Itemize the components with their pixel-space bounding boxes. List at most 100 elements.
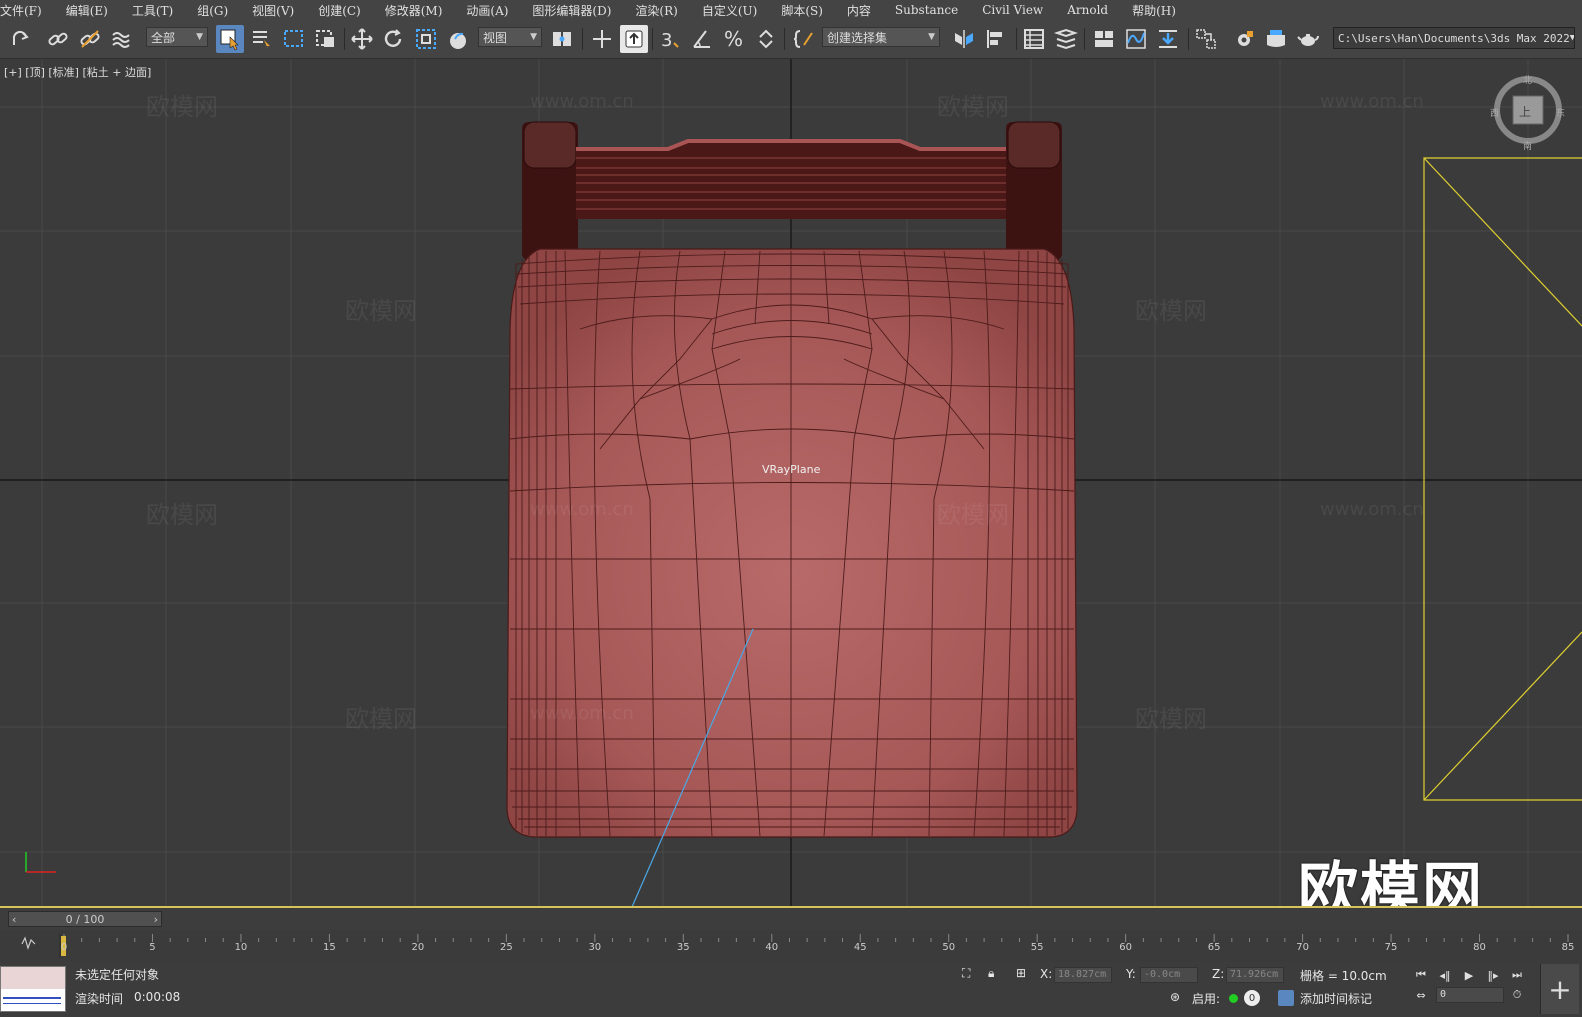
play-icon[interactable]: ▶: [1460, 967, 1478, 983]
x-coordinate-field[interactable]: 18.827cm: [1054, 967, 1112, 983]
goto-start-icon[interactable]: ⏮: [1412, 967, 1430, 983]
chair-seat[interactable]: [506, 248, 1078, 838]
chevron-right-icon[interactable]: ›: [154, 913, 158, 926]
menu-group[interactable]: 组(G): [185, 2, 240, 19]
chevron-left-icon[interactable]: ‹: [12, 913, 16, 926]
mirror-icon: [955, 30, 973, 48]
chair-backrest[interactable]: [522, 121, 1062, 260]
adaptive-degradation-icon[interactable]: ⊛: [1170, 990, 1180, 1004]
menu-create[interactable]: 创建(C): [306, 2, 373, 19]
edit-named-selection-button[interactable]: [790, 25, 818, 53]
menu-customize[interactable]: 自定义(U): [690, 2, 769, 19]
place-button[interactable]: [444, 25, 472, 53]
rendered-frame-window-button[interactable]: [1262, 25, 1290, 53]
curve-editor-button[interactable]: [1122, 25, 1150, 53]
pivot-icon: [553, 32, 571, 46]
select-cursor-icon: [220, 29, 239, 51]
schematic-view-button[interactable]: [1154, 25, 1182, 53]
pivot-center-button[interactable]: [548, 25, 576, 53]
main-toolbar: 全部 ▼ 视图 ▼ 3 % 创建选择集 ▼ C:\Users\Han\Docum…: [0, 20, 1582, 59]
next-frame-icon[interactable]: ‖▸: [1484, 967, 1502, 983]
spinner-snap-icon: [759, 29, 773, 49]
reference-coordinate-dropdown[interactable]: 视图 ▼: [478, 27, 542, 47]
percent-snap-button[interactable]: %: [720, 25, 748, 53]
lock-icon[interactable]: 🔒︎: [988, 966, 994, 981]
time-tag-icon[interactable]: [1278, 990, 1294, 1006]
rect-region-icon: [284, 30, 303, 47]
viewport-label[interactable]: [+] [顶] [标准] [粘土 + 边面]: [4, 64, 151, 80]
rectangular-selection-button[interactable]: [280, 25, 308, 53]
y-coordinate-field[interactable]: -0.0cm: [1140, 967, 1198, 983]
time-slider[interactable]: ‹ 0 / 100 ›: [8, 911, 162, 927]
watermark: 欧模网: [1135, 705, 1207, 733]
menu-file[interactable]: 文件(F): [0, 2, 54, 19]
move-button[interactable]: [348, 25, 376, 53]
toggle-ribbon-button[interactable]: [1090, 25, 1118, 53]
angle-snap-button[interactable]: [688, 25, 716, 53]
track-tick-label: 65: [1207, 942, 1221, 953]
spacewarp-icon: [112, 32, 130, 48]
unlink-button[interactable]: [76, 25, 104, 53]
x-label: X:: [1040, 967, 1053, 981]
previous-frame-icon[interactable]: ◂‖: [1436, 967, 1454, 983]
watermark: 欧模网: [146, 501, 218, 529]
scale-button[interactable]: [412, 25, 440, 53]
render-setup-button[interactable]: [1230, 25, 1258, 53]
menu-scripting[interactable]: 脚本(S): [769, 2, 835, 19]
add-time-tag-button[interactable]: 添加时间标记: [1300, 990, 1372, 1007]
window-crossing-button[interactable]: [312, 25, 340, 53]
compass-east: 东: [1556, 109, 1566, 119]
z-coordinate-field[interactable]: 71.926cm: [1226, 967, 1284, 983]
menu-modifiers[interactable]: 修改器(M): [373, 2, 455, 19]
mirror-button[interactable]: [950, 25, 978, 53]
menu-rendering[interactable]: 渲染(R): [623, 2, 689, 19]
viewport-nav-plus-icon[interactable]: +: [1540, 964, 1579, 1014]
time-config-icon[interactable]: ⏱: [1508, 987, 1526, 1003]
menu-arnold[interactable]: Arnold: [1055, 3, 1120, 17]
isolate-selection-icon[interactable]: ⛶: [962, 966, 970, 981]
goto-end-icon[interactable]: ⏭: [1508, 967, 1526, 983]
select-object-button[interactable]: [216, 25, 244, 53]
project-folder-path[interactable]: C:\Users\Han\Documents\3ds Max 2022 ▼: [1333, 27, 1575, 49]
material-editor-button[interactable]: [1192, 25, 1220, 53]
viewport-top[interactable]: [+] [顶] [标准] [粘土 + 边面] VRayPlane 上 北 南 西…: [0, 59, 1582, 907]
maxscript-listener-mini[interactable]: [0, 966, 66, 1012]
select-manipulate-button[interactable]: [588, 25, 616, 53]
align-button[interactable]: [982, 25, 1010, 53]
key-mode-icon[interactable]: ⇔: [1412, 987, 1430, 1003]
link-button[interactable]: [44, 25, 72, 53]
current-frame-field[interactable]: 0: [1436, 987, 1504, 1003]
menu-tools[interactable]: 工具(T): [120, 2, 185, 19]
snaps-toggle-button[interactable]: 3: [656, 25, 684, 53]
selection-filter-dropdown[interactable]: 全部 ▼: [146, 27, 208, 47]
unlink-icon: [80, 30, 100, 48]
track-bar[interactable]: 0 5 10 15 20 25 30 35 40 45 50 55 60 65 70 75 80 85: [0, 930, 1582, 963]
named-selection-set-dropdown[interactable]: 创建选择集 ▼: [822, 27, 940, 47]
layer-explorer-button[interactable]: [1052, 25, 1080, 53]
menu-content[interactable]: 内容: [835, 2, 883, 19]
menu-civil-view[interactable]: Civil View: [970, 3, 1055, 17]
material-editor-icon: [1196, 29, 1216, 49]
transform-mode-icon[interactable]: ⊞: [1016, 966, 1026, 980]
bind-spacewarp-button[interactable]: [108, 25, 136, 53]
redo-button[interactable]: [6, 25, 34, 53]
menu-substance[interactable]: Substance: [883, 3, 970, 17]
list-select-icon: [253, 31, 270, 49]
viewcube-face-label: 上: [1519, 105, 1532, 119]
scene-explorer-button[interactable]: [1020, 25, 1048, 53]
render-production-button[interactable]: [1294, 25, 1322, 53]
menu-animation[interactable]: 动画(A): [454, 2, 520, 19]
render-setup-icon: [1238, 31, 1253, 46]
keyboard-shortcut-override-button[interactable]: [620, 25, 648, 53]
menu-views[interactable]: 视图(V): [240, 2, 306, 19]
curve-editor-icon: [1126, 29, 1146, 49]
spinner-snap-button[interactable]: [752, 25, 780, 53]
rotate-button[interactable]: [380, 25, 408, 53]
menu-graph-editors[interactable]: 图形编辑器(D): [520, 2, 623, 19]
menu-edit[interactable]: 编辑(E): [54, 2, 120, 19]
track-tick-label: 80: [1473, 942, 1486, 953]
select-by-name-button[interactable]: [248, 25, 276, 53]
menu-help[interactable]: 帮助(H): [1120, 2, 1188, 19]
camera-frustum[interactable]: [1423, 157, 1582, 801]
mini-curve-icon: [21, 936, 36, 950]
